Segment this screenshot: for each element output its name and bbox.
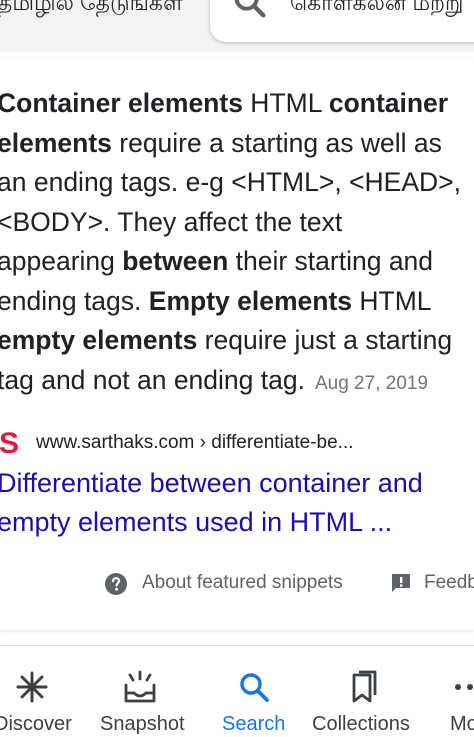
nav-search[interactable]: Search bbox=[216, 655, 292, 737]
google-app-screen: தமிழில் தேடுங்கள் கொள்கலன் மற்று Contain… bbox=[0, 0, 474, 737]
snippet-date: Aug 27, 2019 bbox=[314, 372, 429, 394]
search-query-text[interactable]: கொள்கலன் மற்று bbox=[290, 0, 463, 19]
result-url[interactable]: www.sarthaks.com › differentiate-be... bbox=[36, 432, 354, 454]
nav-label-discover: Discover bbox=[0, 713, 72, 735]
search-icon bbox=[240, 673, 269, 702]
snippet-footer: About featured snippets Feedback bbox=[0, 566, 474, 602]
sarthaks-favicon-icon: S bbox=[0, 428, 19, 458]
search-icon[interactable] bbox=[230, 0, 270, 22]
svg-text:S: S bbox=[0, 428, 19, 458]
result-title-line-2[interactable]: empty elements used in HTML ... bbox=[0, 503, 474, 542]
result-title-line-1[interactable]: Differentiate between container and bbox=[0, 464, 474, 503]
top-suggestions-strip: தமிழில் தேடுங்கள் கொள்கலன் மற்று bbox=[0, 0, 474, 52]
result-source[interactable]: S www.sarthaks.com › differentiate-be... bbox=[0, 426, 354, 460]
nav-collections[interactable]: Collections bbox=[310, 655, 420, 737]
more-icon bbox=[455, 684, 473, 690]
nav-snapshot[interactable]: Snapshot bbox=[96, 655, 196, 737]
nav-more[interactable]: More bbox=[440, 655, 474, 737]
bookmark-icon bbox=[352, 670, 377, 703]
bottom-navigation: Discover Snapshot Search Collections Mo bbox=[0, 655, 474, 737]
snippet-text: Container elements HTML container element… bbox=[0, 84, 474, 403]
help-circle-icon[interactable] bbox=[104, 572, 128, 596]
nav-label-search: Search bbox=[222, 713, 286, 735]
result-title-link[interactable]: Differentiate between container and empt… bbox=[0, 464, 474, 542]
snippet-body: Container elements HTML container element… bbox=[0, 88, 462, 395]
feedback-icon[interactable] bbox=[390, 572, 412, 594]
nav-discover[interactable]: Discover bbox=[0, 655, 80, 737]
feedback-link[interactable]: Feedback bbox=[424, 572, 474, 594]
featured-snippet-card: Container elements HTML container element… bbox=[0, 58, 474, 630]
asterisk-icon bbox=[16, 671, 48, 703]
nav-divider bbox=[0, 645, 474, 646]
nav-label-snapshot: Snapshot bbox=[100, 713, 185, 735]
tamil-search-suggestion[interactable]: தமிழில் தேடுங்கள் bbox=[0, 0, 183, 19]
nav-label-collections: Collections bbox=[312, 713, 410, 735]
nav-label-more: More bbox=[450, 713, 474, 735]
about-featured-snippets-link[interactable]: About featured snippets bbox=[142, 572, 343, 594]
snapshot-icon bbox=[124, 670, 156, 703]
